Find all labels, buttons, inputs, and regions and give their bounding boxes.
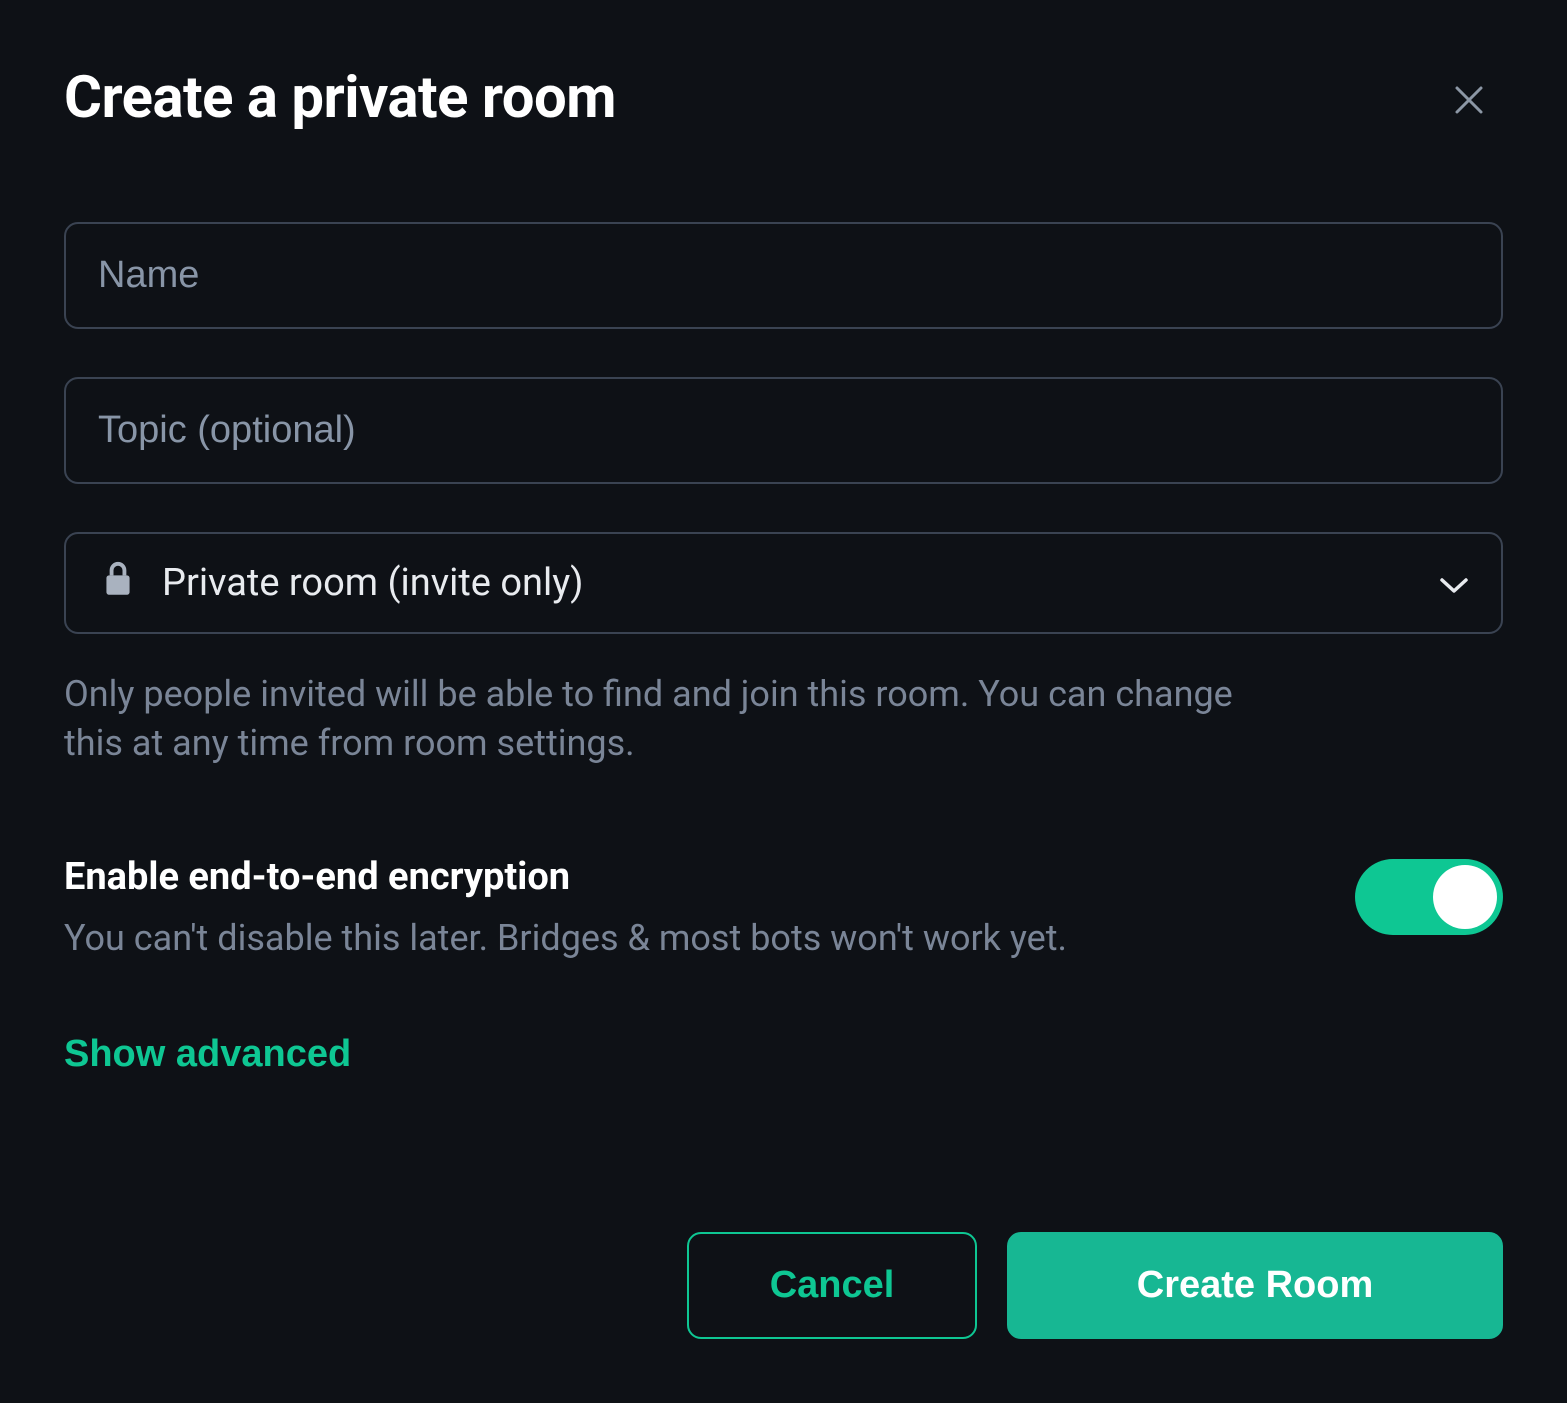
- room-name-input[interactable]: [64, 222, 1503, 329]
- encryption-title: Enable end-to-end encryption: [64, 855, 1315, 899]
- room-topic-input[interactable]: [64, 377, 1503, 484]
- encryption-subtitle: You can't disable this later. Bridges & …: [64, 917, 1315, 959]
- create-room-button[interactable]: Create Room: [1007, 1232, 1503, 1339]
- encryption-text: Enable end-to-end encryption You can't d…: [64, 855, 1315, 959]
- encryption-toggle[interactable]: [1355, 859, 1503, 935]
- room-visibility-select[interactable]: Private room (invite only): [64, 532, 1503, 634]
- visibility-field-group: Private room (invite only) Only people i…: [64, 532, 1503, 767]
- visibility-selected-label: Private room (invite only): [162, 561, 1439, 605]
- dialog-footer: Cancel Create Room: [687, 1232, 1503, 1339]
- dialog-title: Create a private room: [64, 64, 616, 132]
- encryption-toggle-row: Enable end-to-end encryption You can't d…: [64, 855, 1503, 959]
- cancel-button[interactable]: Cancel: [687, 1232, 977, 1339]
- topic-field-group: [64, 377, 1503, 484]
- chevron-down-icon: [1439, 561, 1469, 605]
- name-field-group: [64, 222, 1503, 329]
- dialog-header: Create a private room: [64, 64, 1503, 132]
- visibility-helper-text: Only people invited will be able to find…: [64, 670, 1273, 767]
- create-room-dialog: Create a private room Private room (invi…: [0, 0, 1567, 1403]
- close-icon: [1451, 82, 1487, 118]
- close-button[interactable]: [1443, 74, 1495, 129]
- show-advanced-button[interactable]: Show advanced: [64, 1033, 351, 1076]
- toggle-knob: [1433, 865, 1497, 929]
- lock-icon: [102, 560, 134, 606]
